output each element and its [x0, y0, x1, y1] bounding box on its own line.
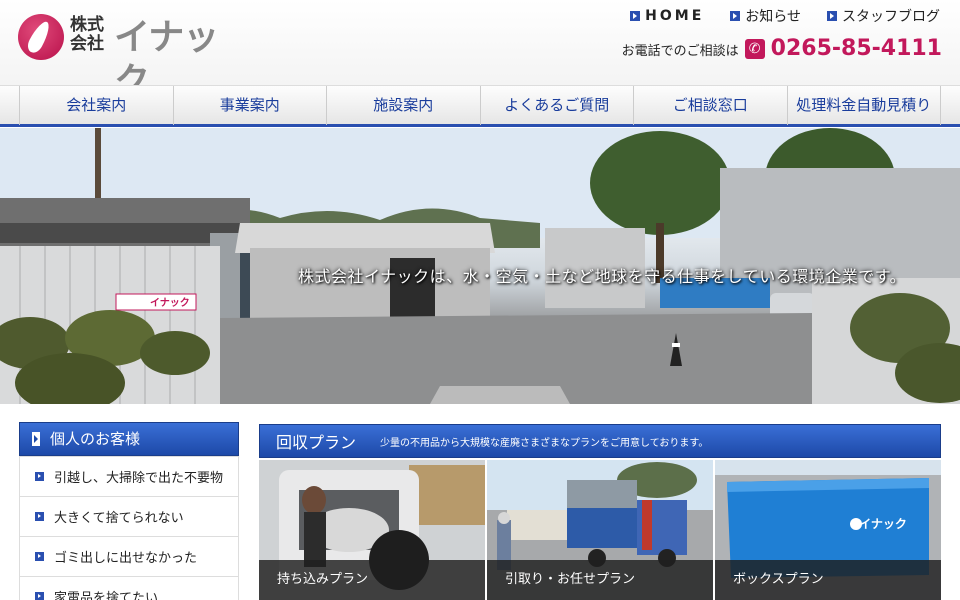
arrow-bullet-icon — [35, 552, 44, 561]
plan-title: 回収プラン — [276, 433, 357, 452]
topnav-news[interactable]: お知らせ — [730, 6, 801, 26]
plan-card-label: ボックスプラン — [715, 560, 941, 600]
nav-facility-info[interactable]: 施設案内 — [327, 86, 481, 125]
box-logo: イナック — [859, 517, 907, 531]
logo-prefix: 株式 会社 — [70, 15, 104, 54]
plan-card-drop-off[interactable]: 持ち込みプラン — [259, 460, 485, 600]
topnav-home[interactable]: HOME — [630, 6, 704, 26]
arrow-bullet-icon — [35, 592, 44, 600]
logo-mark-icon — [18, 14, 64, 60]
topnav-staff-blog[interactable]: スタッフブログ — [827, 6, 940, 26]
nav-company-info[interactable]: 会社案内 — [20, 86, 174, 125]
collection-plan-section: 回収プラン 少量の不用品から大規模な産廃さまざまなプランをご用意しております。 … — [259, 424, 941, 600]
arrow-bullet-icon — [730, 11, 741, 21]
top-nav: HOME お知らせ スタッフブログ — [630, 6, 940, 26]
arrow-bullet-icon — [35, 512, 44, 521]
sidebar-item-appliances[interactable]: 家電品を捨てたい — [20, 576, 238, 600]
phone-icon: ✆ — [744, 39, 765, 59]
plan-card-box[interactable]: イナック ボックスプラン — [715, 460, 941, 600]
sidebar-item-large-items[interactable]: 大きくて捨てられない — [20, 496, 238, 536]
nav-price-estimate[interactable]: 処理料金自動見積り — [788, 86, 941, 125]
arrow-bullet-icon — [32, 432, 40, 446]
phone-contact: お電話でのご相談は ✆ 0265-85-4111 — [622, 36, 942, 62]
hero-sign: イナック — [150, 297, 190, 309]
nav-faq[interactable]: よくあるご質問 — [481, 86, 634, 125]
sidebar-item-missed-pickup[interactable]: ゴミ出しに出せなかった — [20, 536, 238, 576]
sidebar-personal: 個人のお客様 引越し、大掃除で出た不要物 大きくて捨てられない ゴミ出しに出せな… — [19, 422, 239, 600]
plan-card-pickup[interactable]: 引取り・お任せプラン — [487, 460, 713, 600]
sidebar-title: 個人のお客様 — [19, 422, 239, 456]
main-nav: 会社案内 事業案内 施設案内 よくあるご質問 ご相談窓口 処理料金自動見積り — [0, 85, 960, 127]
site-header: 株式 会社 イナック HOME お知らせ スタッフブログ お電話でのご相談は ✆… — [0, 0, 960, 102]
plan-header: 回収プラン 少量の不用品から大規模な産廃さまざまなプランをご用意しております。 — [259, 424, 941, 458]
arrow-bullet-icon — [827, 11, 837, 21]
arrow-bullet-icon — [35, 472, 44, 481]
plan-card-label: 引取り・お任せプラン — [487, 560, 713, 600]
sidebar-item-moving-waste[interactable]: 引越し、大掃除で出た不要物 — [20, 456, 238, 496]
arrow-bullet-icon — [630, 11, 641, 21]
hero-caption: 株式会社イナックは、水・空気・土など地球を守る仕事をしている環境企業です。 — [298, 267, 907, 286]
plan-card-label: 持ち込みプラン — [259, 560, 485, 600]
phone-label: お電話でのご相談は — [621, 43, 739, 59]
nav-consultation[interactable]: ご相談窓口 — [634, 86, 788, 125]
plan-subtitle: 少量の不用品から大規模な産廃さまざまなプランをご用意しております。 — [380, 437, 709, 449]
nav-business-info[interactable]: 事業案内 — [174, 86, 327, 125]
phone-number[interactable]: 0265-85-4111 — [771, 36, 942, 62]
company-logo[interactable]: 株式 会社 イナック — [18, 14, 238, 102]
hero-banner: イナック 株式会社イナックは、水・空気・土など地球を守る仕事をしている環境企業で — [0, 128, 960, 404]
